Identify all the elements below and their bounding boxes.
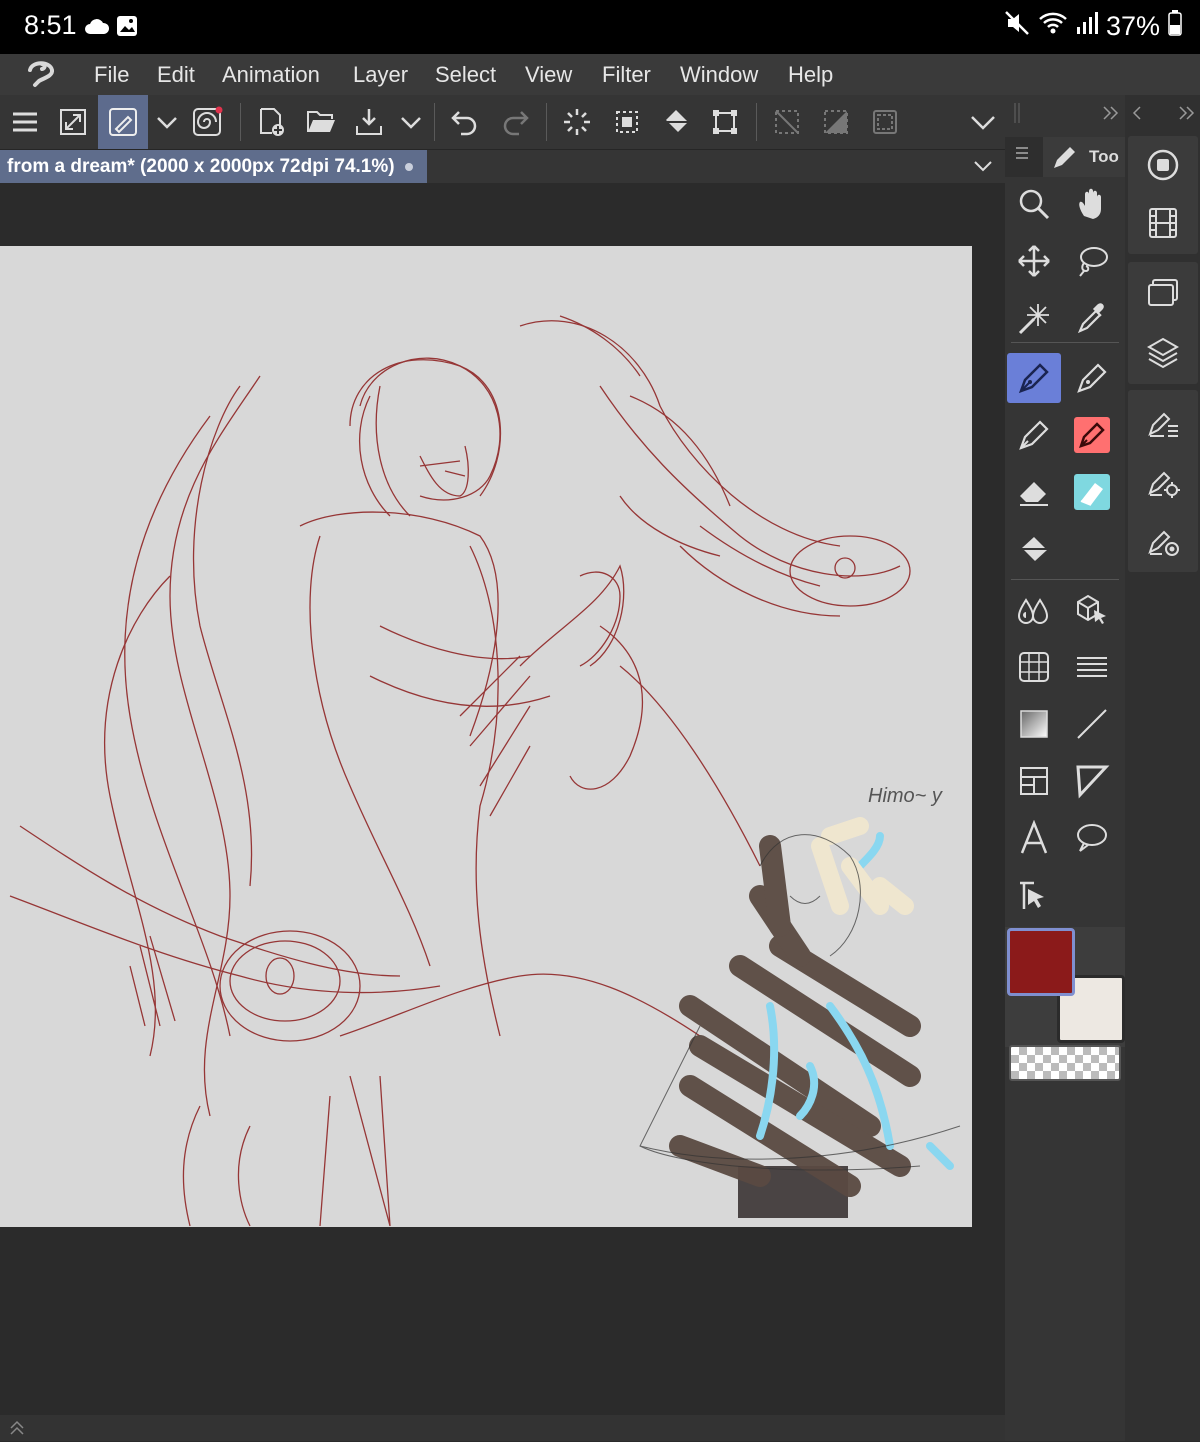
save-download-icon[interactable] — [348, 101, 390, 143]
invert-selection-icon[interactable] — [815, 101, 857, 143]
undo-icon[interactable] — [444, 101, 486, 143]
main-color-swatch[interactable] — [1007, 928, 1075, 996]
spiral-companion-icon[interactable] — [186, 101, 228, 143]
tool-tab-row: Too — [1005, 137, 1125, 177]
brush-icon[interactable] — [1007, 410, 1061, 460]
chevron-down-icon[interactable] — [390, 101, 432, 143]
clear-outside-selection-icon[interactable] — [606, 101, 648, 143]
chevron-down-icon[interactable] — [962, 101, 1004, 143]
drawing-canvas[interactable]: Himo~ y — [0, 246, 972, 1227]
eyedropper-icon[interactable] — [1065, 293, 1119, 343]
brush-size-icon[interactable] — [1128, 512, 1198, 570]
drag-handle-icon[interactable] — [1013, 103, 1021, 128]
double-chevron-right-icon[interactable] — [1177, 103, 1197, 128]
chevron-down-icon[interactable] — [146, 101, 188, 143]
cloud-icon — [84, 16, 110, 41]
move-icon[interactable] — [1007, 236, 1061, 286]
menu-filter[interactable]: Filter — [602, 62, 651, 88]
gradient-icon[interactable] — [1007, 699, 1061, 749]
watercolor-icon[interactable] — [1007, 585, 1061, 635]
tool-panel: Too — [1005, 95, 1125, 1441]
layers-panel-icon[interactable] — [1128, 323, 1198, 381]
menu-layer[interactable]: Layer — [353, 62, 408, 88]
eraser-icon[interactable] — [1007, 467, 1061, 517]
timeline-film-icon[interactable] — [1128, 194, 1198, 252]
mute-icon — [1004, 10, 1030, 43]
command-bar — [0, 95, 1005, 150]
signal-icon — [1076, 11, 1098, 42]
menu-bar: File Edit Animation Layer Select View Fi… — [0, 54, 1200, 95]
line-figure-icon[interactable] — [1065, 699, 1119, 749]
menu-file[interactable]: File — [94, 62, 129, 88]
app-logo-icon[interactable] — [22, 58, 60, 92]
expand-up-icon[interactable] — [8, 1419, 26, 1442]
status-bar: 8:51 37% — [0, 0, 1200, 54]
signature-text: Himo~ y — [868, 785, 943, 807]
lasso-icon[interactable] — [1065, 236, 1119, 286]
color-figure — [639, 817, 961, 1218]
open-folder-icon[interactable] — [300, 101, 342, 143]
decoration-brush-icon[interactable] — [1065, 410, 1119, 460]
sketch-artwork: Himo~ y — [9, 315, 961, 1227]
redo-icon[interactable] — [494, 101, 536, 143]
unsaved-dot-icon — [405, 163, 413, 171]
fill-bucket-icon[interactable] — [655, 101, 697, 143]
frame-border-icon[interactable] — [1007, 756, 1061, 806]
smoothing-tool-icon[interactable] — [98, 95, 148, 149]
fill-icon[interactable] — [1007, 524, 1061, 574]
blend-tool-icon[interactable] — [1065, 467, 1119, 517]
status-time: 8:51 — [24, 10, 77, 40]
wifi-icon — [1038, 10, 1068, 43]
fit-screen-icon[interactable] — [52, 101, 94, 143]
navigator-panel-icon[interactable] — [1128, 264, 1198, 322]
tool-settings-icon[interactable] — [1128, 453, 1198, 511]
menu-animation[interactable]: Animation — [222, 62, 320, 88]
menu-help[interactable]: Help — [788, 62, 833, 88]
clear-icon[interactable] — [556, 101, 598, 143]
balloon-icon[interactable] — [1065, 813, 1119, 863]
pencil-icon[interactable] — [1065, 353, 1119, 403]
battery-percent: 37% — [1105, 11, 1160, 41]
deselect-icon[interactable] — [766, 101, 808, 143]
chevron-down-icon[interactable] — [971, 154, 995, 178]
tool-tab-label: Too — [1089, 147, 1119, 166]
zoom-icon[interactable] — [1007, 179, 1061, 229]
hand-icon[interactable] — [1065, 179, 1119, 229]
menu-edit[interactable]: Edit — [157, 62, 195, 88]
magic-wand-icon[interactable] — [1007, 293, 1061, 343]
transparent-color-swatch[interactable] — [1009, 1045, 1121, 1081]
menu-select[interactable]: Select — [435, 62, 496, 88]
new-canvas-icon[interactable] — [250, 101, 292, 143]
ruler-grid-icon[interactable] — [1007, 642, 1061, 692]
3d-object-icon[interactable] — [1065, 585, 1119, 635]
text-icon[interactable] — [1007, 813, 1061, 863]
battery-icon — [1168, 10, 1182, 43]
tool-tab[interactable]: Too — [1043, 137, 1125, 177]
chevron-left-icon[interactable] — [1129, 103, 1145, 128]
color-wheel-panel-icon[interactable] — [1128, 136, 1198, 194]
correct-line-icon[interactable] — [1007, 870, 1061, 920]
document-title: from a dream* (2000 x 2000px 72dpi 74.1%… — [7, 156, 395, 177]
ruler-icon[interactable] — [1065, 756, 1119, 806]
double-chevron-right-icon[interactable] — [1101, 103, 1121, 128]
hamburger-menu-icon[interactable] — [4, 101, 46, 143]
transform-icon[interactable] — [704, 101, 746, 143]
gallery-icon — [116, 15, 138, 42]
document-tab-bar: from a dream* (2000 x 2000px 72dpi 74.1%… — [0, 150, 1005, 183]
panel-menu-icon[interactable] — [1015, 145, 1029, 166]
lines-icon[interactable] — [1065, 642, 1119, 692]
pen-tab-icon — [1051, 145, 1077, 176]
bottom-bar — [0, 1415, 1005, 1441]
document-tab[interactable]: from a dream* (2000 x 2000px 72dpi 74.1%… — [0, 150, 427, 183]
pen-icon[interactable] — [1007, 353, 1061, 403]
menu-window[interactable]: Window — [680, 62, 758, 88]
sub-tool-list-icon[interactable] — [1128, 394, 1198, 452]
menu-view[interactable]: View — [525, 62, 572, 88]
show-selection-area-icon[interactable] — [864, 101, 906, 143]
